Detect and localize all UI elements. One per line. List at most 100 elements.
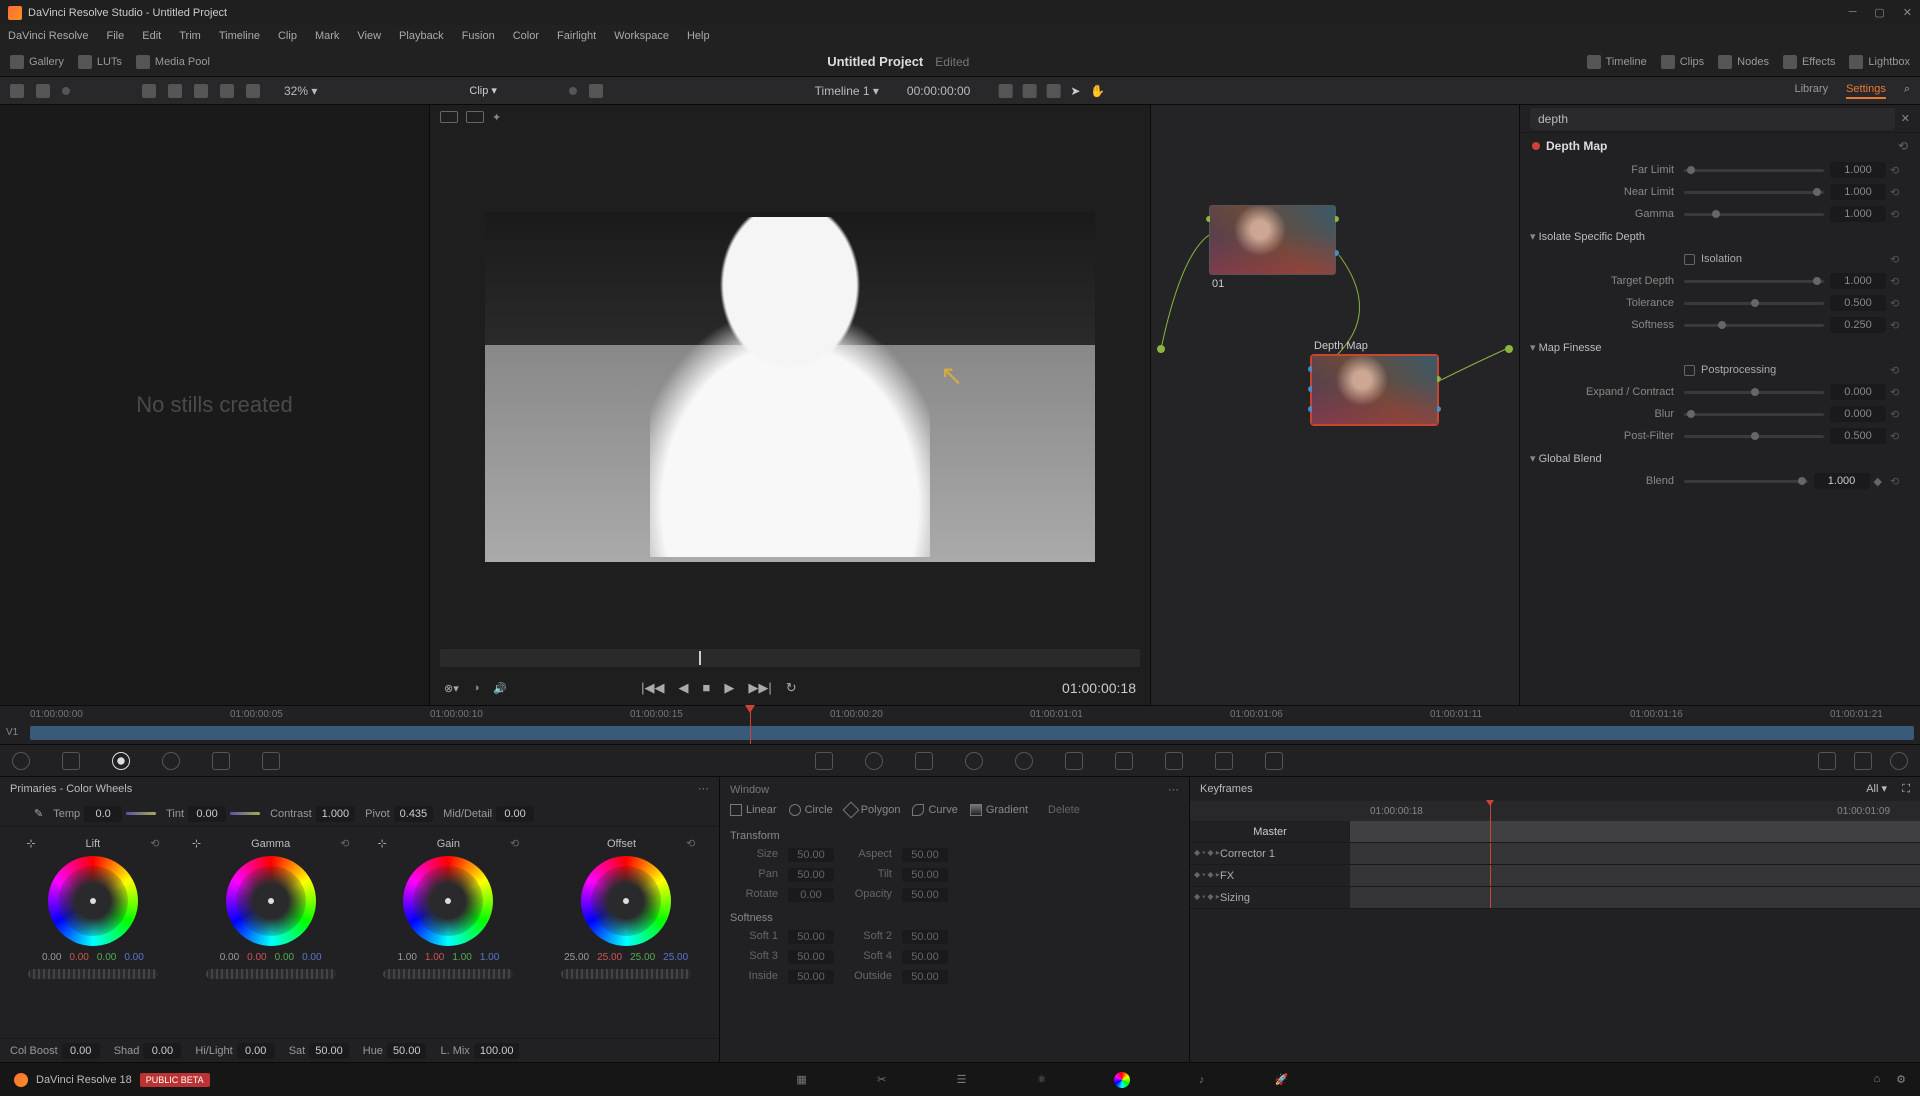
thumbnail-dot-icon[interactable] [62,87,70,95]
clear-search-icon[interactable]: ✕ [1901,112,1910,125]
global-blend-header[interactable]: Global Blend [1520,447,1920,470]
3d-icon[interactable] [1265,752,1283,770]
node-depth-map[interactable]: Depth Map [1311,355,1438,425]
target-depth-slider[interactable] [1684,280,1824,283]
sort-icon[interactable] [142,84,156,98]
more-icon[interactable] [1046,84,1060,98]
postfilter-value[interactable]: 0.500 [1830,428,1886,444]
reset-icon[interactable]: ⟲ [1890,208,1906,221]
gamma-value[interactable]: 1.000 [1830,206,1886,222]
inside-value[interactable]: 50.00 [788,970,834,984]
settings-tab[interactable]: Settings [1846,83,1886,99]
gain-jog[interactable] [383,969,513,979]
gallery-toggle[interactable]: Gallery [10,55,64,69]
auto-balance-icon[interactable] [10,807,24,821]
node-options-icon[interactable] [589,84,603,98]
curves-icon[interactable] [815,752,833,770]
viewer-zoom[interactable]: 32% ▾ [284,84,317,98]
curve-shape-button[interactable]: Curve [912,804,957,816]
gain-wheel[interactable] [403,856,493,946]
luts-toggle[interactable]: LUTs [78,55,122,69]
wheels-mode-icon[interactable] [632,782,646,796]
effects-toggle[interactable]: Effects [1783,55,1835,69]
sat-value[interactable]: 50.00 [309,1043,349,1059]
lift-reset-icon[interactable]: ⟲ [150,837,159,850]
reset-icon[interactable]: ⟲ [1890,408,1906,421]
node-graph[interactable]: 01 Depth Map [1150,105,1520,705]
timeline-selector[interactable]: Timeline 1 ▾ [815,84,879,98]
keyframe-diamond-icon[interactable]: ◆ [1874,475,1882,488]
settings-search-input[interactable] [1530,108,1895,130]
window-icon[interactable] [965,752,983,770]
reset-icon[interactable]: ⟲ [1890,319,1906,332]
mute-icon[interactable]: 🔊 [493,682,507,695]
kf-fx-row[interactable]: ◆ ▪ ◆ ▸FX [1190,865,1920,887]
kf-master-row[interactable]: Master [1190,821,1920,843]
unmix-icon[interactable]: ◑ [473,682,480,694]
soft2-value[interactable]: 50.00 [902,930,948,944]
blur-value[interactable]: 0.000 [1830,406,1886,422]
clip-strip[interactable] [30,726,1914,740]
temp-value[interactable]: 0.0 [84,806,122,822]
kf-expand-icon[interactable]: ⛶ [1902,783,1910,795]
blend-value[interactable]: 1.000 [1814,473,1870,489]
camera-raw-icon[interactable] [12,752,30,770]
menu-mark[interactable]: Mark [315,30,339,42]
colboost-value[interactable]: 0.00 [62,1043,100,1059]
middetail-value[interactable]: 0.00 [496,806,534,822]
key-icon[interactable] [1165,752,1183,770]
scopes-icon[interactable] [1854,752,1872,770]
motion-effects-icon[interactable] [262,752,280,770]
soft1-value[interactable]: 50.00 [788,930,834,944]
pointer-tool-icon[interactable]: ➤ [1070,84,1080,98]
magic-icon[interactable]: ✦ [492,111,501,124]
timeline-toggle[interactable]: Timeline [1587,55,1647,69]
postfilter-slider[interactable] [1684,435,1824,438]
color-match-icon[interactable] [62,752,80,770]
minimize-button[interactable]: ─ [1849,6,1857,19]
effect-reset-icon[interactable]: ⟲ [1898,139,1908,153]
postprocessing-checkbox[interactable] [1684,365,1695,376]
nodes-toggle[interactable]: Nodes [1718,55,1769,69]
kf-corrector-row[interactable]: ◆ ▪ ◆ ▸Corrector 1 [1190,843,1920,865]
soft4-value[interactable]: 50.00 [902,950,948,964]
bypass-icon[interactable] [998,84,1012,98]
search-settings-icon[interactable]: ⌕ [1904,83,1910,99]
gain-picker-icon[interactable]: ⊹ [378,837,387,850]
soft3-value[interactable]: 50.00 [788,950,834,964]
blur-slider[interactable] [1684,413,1824,416]
lift-jog[interactable] [28,969,158,979]
bypass-button[interactable]: ⊗▾ [444,682,459,695]
tracker-icon[interactable] [1015,752,1033,770]
magic-mask-icon[interactable] [1065,752,1083,770]
menu-workspace[interactable]: Workspace [614,30,669,42]
list-view-icon[interactable] [194,84,208,98]
rgb-mixer-icon[interactable] [212,752,230,770]
clip-dropdown[interactable]: Clip ▾ [469,84,497,97]
mini-timeline[interactable]: V1 01:00:00:00 01:00:00:05 01:00:00:10 0… [0,705,1920,745]
search-gallery-icon[interactable] [220,84,234,98]
aspect-value[interactable]: 50.00 [902,848,948,862]
isolate-depth-header[interactable]: Isolate Specific Depth [1520,225,1920,248]
mediapool-toggle[interactable]: Media Pool [136,55,210,69]
gamma-slider[interactable] [1684,213,1824,216]
effect-header[interactable]: Depth Map ⟲ [1520,133,1920,159]
menu-color[interactable]: Color [513,30,539,42]
expand-slider[interactable] [1684,391,1824,394]
far-limit-value[interactable]: 1.000 [1830,162,1886,178]
hue-value[interactable]: 50.00 [387,1043,427,1059]
info-icon[interactable] [1890,752,1908,770]
lift-picker-icon[interactable]: ⊹ [26,837,35,850]
menu-file[interactable]: File [107,30,125,42]
lift-wheel[interactable] [48,856,138,946]
gamma-wheel[interactable] [226,856,316,946]
keyframes-mode[interactable]: All [1866,783,1878,795]
expand-value[interactable]: 0.000 [1830,384,1886,400]
qualifier-icon[interactable] [915,752,933,770]
lmix-value[interactable]: 100.00 [474,1043,520,1059]
kf-sizing-row[interactable]: ◆ ▪ ◆ ▸Sizing [1190,887,1920,909]
node-highlight-icon[interactable] [569,87,577,95]
outside-value[interactable]: 50.00 [902,970,948,984]
offset-jog[interactable] [561,969,691,979]
primaries-icon[interactable] [112,752,130,770]
